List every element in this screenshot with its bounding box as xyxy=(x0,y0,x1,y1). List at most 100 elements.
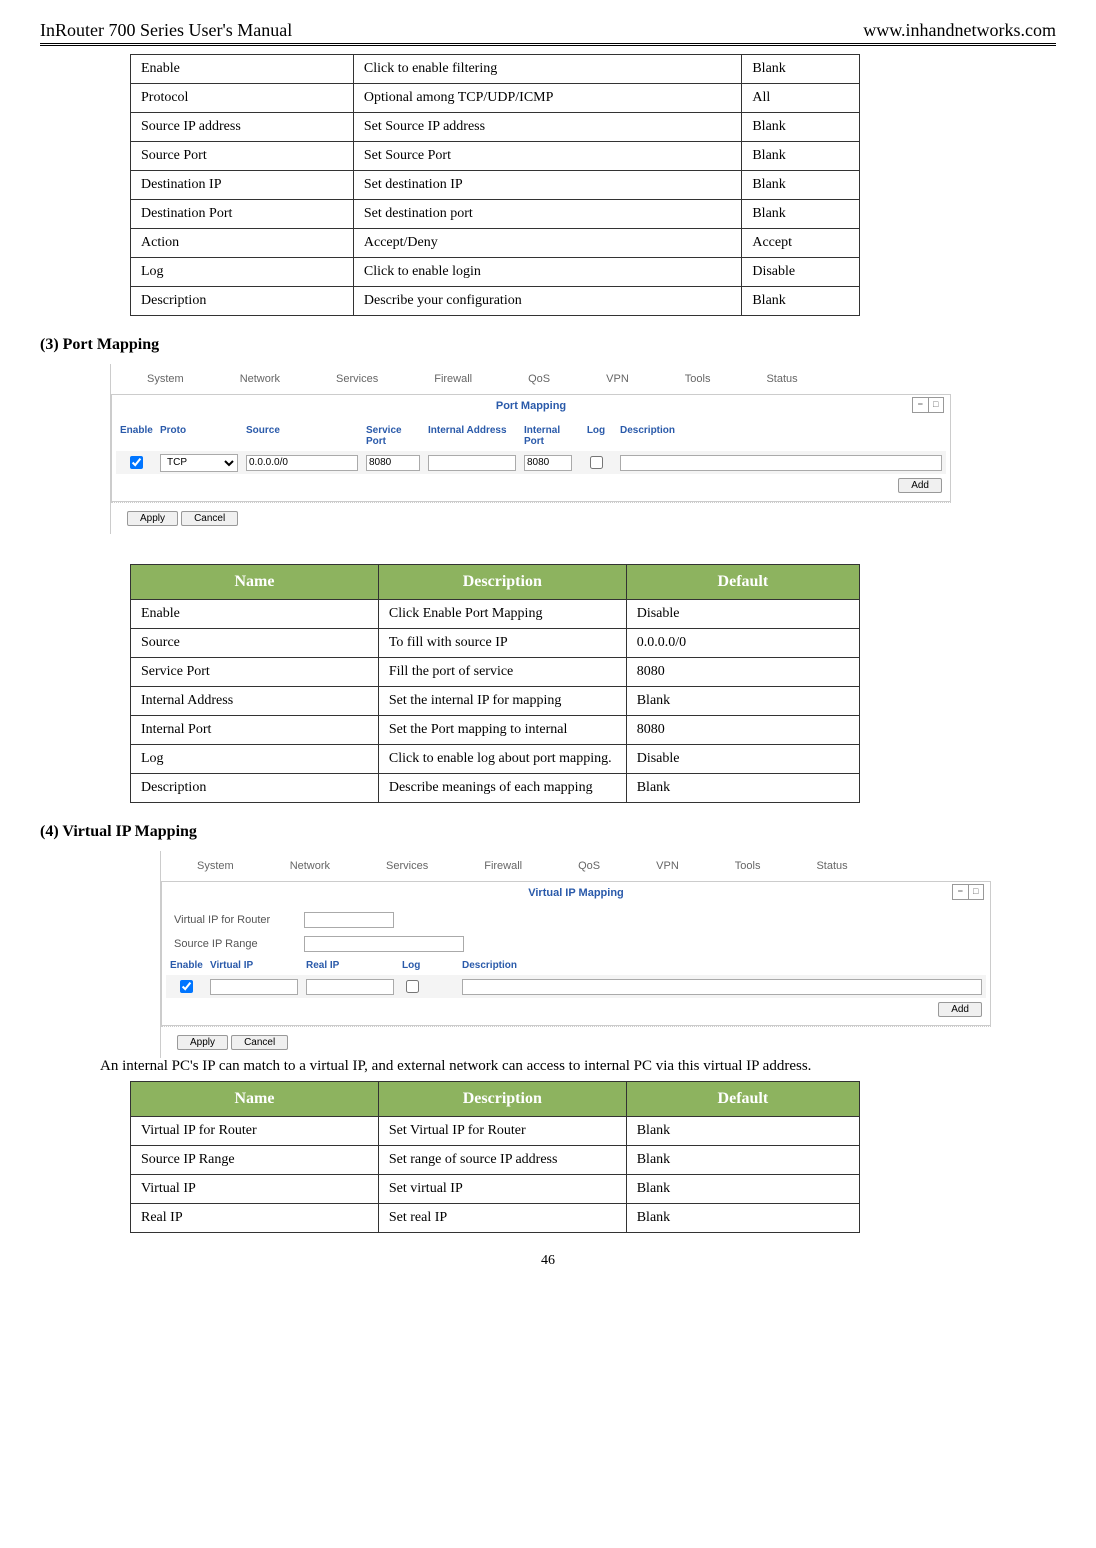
col-enable: Enable xyxy=(166,960,206,971)
table-cell: Set Virtual IP for Router xyxy=(378,1117,626,1146)
table-cell: To fill with source IP xyxy=(378,629,626,658)
table-cell: Virtual IP for Router xyxy=(131,1117,379,1146)
table-cell: Blank xyxy=(742,171,860,200)
table-cell: Description xyxy=(131,774,379,803)
tab-qos[interactable]: QoS xyxy=(500,373,578,385)
main-tabs-2: System Network Services Firewall QoS VPN… xyxy=(161,851,991,881)
table-cell: Blank xyxy=(742,287,860,316)
section-3-heading: (3) Port Mapping xyxy=(40,336,1056,354)
log-checkbox[interactable] xyxy=(590,456,603,469)
cancel-button[interactable]: Cancel xyxy=(231,1035,288,1050)
window-controls[interactable]: −□ xyxy=(952,884,984,900)
col-real-ip: Real IP xyxy=(302,960,398,971)
tab-qos[interactable]: QoS xyxy=(550,860,628,872)
table-cell: Disable xyxy=(626,745,859,774)
pm-grid-row: TCP xyxy=(116,451,946,474)
table-cell: Real IP xyxy=(131,1204,379,1233)
table-cell: Blank xyxy=(742,142,860,171)
tab-vpn[interactable]: VPN xyxy=(578,373,657,385)
enable-checkbox[interactable] xyxy=(130,456,143,469)
log-checkbox[interactable] xyxy=(406,980,419,993)
vip-router-input[interactable] xyxy=(304,912,394,928)
col-enable: Enable xyxy=(116,425,156,447)
apply-button[interactable]: Apply xyxy=(127,511,178,526)
tab-firewall[interactable]: Firewall xyxy=(456,860,550,872)
table-row: LogClick to enable log about port mappin… xyxy=(131,745,860,774)
cancel-button[interactable]: Cancel xyxy=(181,511,238,526)
tab-services[interactable]: Services xyxy=(308,373,406,385)
panel-title-vip: Virtual IP Mapping −□ xyxy=(161,881,991,904)
virtual-ip-input[interactable] xyxy=(210,979,298,995)
virtual-ip-screenshot: System Network Services Firewall QoS VPN… xyxy=(40,851,1056,1058)
panel-title: Port Mapping −□ xyxy=(111,394,951,417)
table-cell: Enable xyxy=(131,55,354,84)
enable-checkbox[interactable] xyxy=(180,980,193,993)
tab-firewall[interactable]: Firewall xyxy=(406,373,500,385)
table-cell: Source IP address xyxy=(131,113,354,142)
col-internal-port: Internal Port xyxy=(520,425,576,447)
tab-status[interactable]: Status xyxy=(738,373,825,385)
col-log: Log xyxy=(576,425,616,447)
manual-title: InRouter 700 Series User's Manual xyxy=(40,20,292,41)
apply-button[interactable]: Apply xyxy=(177,1035,228,1050)
tab-network[interactable]: Network xyxy=(212,373,308,385)
page-number: 46 xyxy=(40,1253,1056,1269)
source-input[interactable] xyxy=(246,455,358,471)
table-cell: Disable xyxy=(742,258,860,287)
table-row: Virtual IPSet virtual IPBlank xyxy=(131,1175,860,1204)
window-controls[interactable]: −□ xyxy=(912,397,944,413)
internal-port-input[interactable] xyxy=(524,455,572,471)
table-cell: Click to enable login xyxy=(353,258,741,287)
real-ip-input[interactable] xyxy=(306,979,394,995)
tab-vpn[interactable]: VPN xyxy=(628,860,707,872)
tab-system[interactable]: System xyxy=(169,860,262,872)
table-cell: 8080 xyxy=(626,658,859,687)
table-cell: Set the Port mapping to internal xyxy=(378,716,626,745)
table-row: Virtual IP for RouterSet Virtual IP for … xyxy=(131,1117,860,1146)
table-cell: Blank xyxy=(742,113,860,142)
table-row: Internal AddressSet the internal IP for … xyxy=(131,687,860,716)
table-row: EnableClick to enable filteringBlank xyxy=(131,55,860,84)
add-button[interactable]: Add xyxy=(898,478,942,493)
table-cell: Enable xyxy=(131,600,379,629)
table-cell: 0.0.0.0/0 xyxy=(626,629,859,658)
table-cell: Set range of source IP address xyxy=(378,1146,626,1175)
section-4-heading: (4) Virtual IP Mapping xyxy=(40,823,1056,841)
col-service-port: Service Port xyxy=(362,425,424,447)
label-source-ip-range: Source IP Range xyxy=(174,938,304,950)
table-cell: Action xyxy=(131,229,354,258)
col-internal-address: Internal Address xyxy=(424,425,520,447)
table-row: LogClick to enable loginDisable xyxy=(131,258,860,287)
table-cell: Set Source IP address xyxy=(353,113,741,142)
service-port-input[interactable] xyxy=(366,455,420,471)
description-input[interactable] xyxy=(462,979,982,995)
description-input[interactable] xyxy=(620,455,942,471)
internal-address-input[interactable] xyxy=(428,455,516,471)
table-row: Source IP addressSet Source IP addressBl… xyxy=(131,113,860,142)
table-cell: Blank xyxy=(742,55,860,84)
tab-tools[interactable]: Tools xyxy=(707,860,789,872)
vip-grid-row xyxy=(166,975,986,998)
table-row: SourceTo fill with source IP0.0.0.0/0 xyxy=(131,629,860,658)
proto-select[interactable]: TCP xyxy=(160,454,238,472)
port-mapping-screenshot: System Network Services Firewall QoS VPN… xyxy=(110,364,1056,534)
tab-services[interactable]: Services xyxy=(358,860,456,872)
table-cell: Describe meanings of each mapping xyxy=(378,774,626,803)
tab-network[interactable]: Network xyxy=(262,860,358,872)
table-cell: Blank xyxy=(626,687,859,716)
pm-grid-header: Enable Proto Source Service Port Interna… xyxy=(116,421,946,451)
table-row: Internal PortSet the Port mapping to int… xyxy=(131,716,860,745)
table-cell: Virtual IP xyxy=(131,1175,379,1204)
table-cell: Source IP Range xyxy=(131,1146,379,1175)
table-row: EnableClick Enable Port MappingDisable xyxy=(131,600,860,629)
table-cell: Destination IP xyxy=(131,171,354,200)
table-cell: Internal Address xyxy=(131,687,379,716)
table-row: Source IP RangeSet range of source IP ad… xyxy=(131,1146,860,1175)
tab-tools[interactable]: Tools xyxy=(657,373,739,385)
tab-system[interactable]: System xyxy=(119,373,212,385)
th-name: Name xyxy=(131,1082,379,1117)
add-button[interactable]: Add xyxy=(938,1002,982,1017)
table-cell: Optional among TCP/UDP/ICMP xyxy=(353,84,741,113)
tab-status[interactable]: Status xyxy=(788,860,875,872)
source-ip-range-input[interactable] xyxy=(304,936,464,952)
